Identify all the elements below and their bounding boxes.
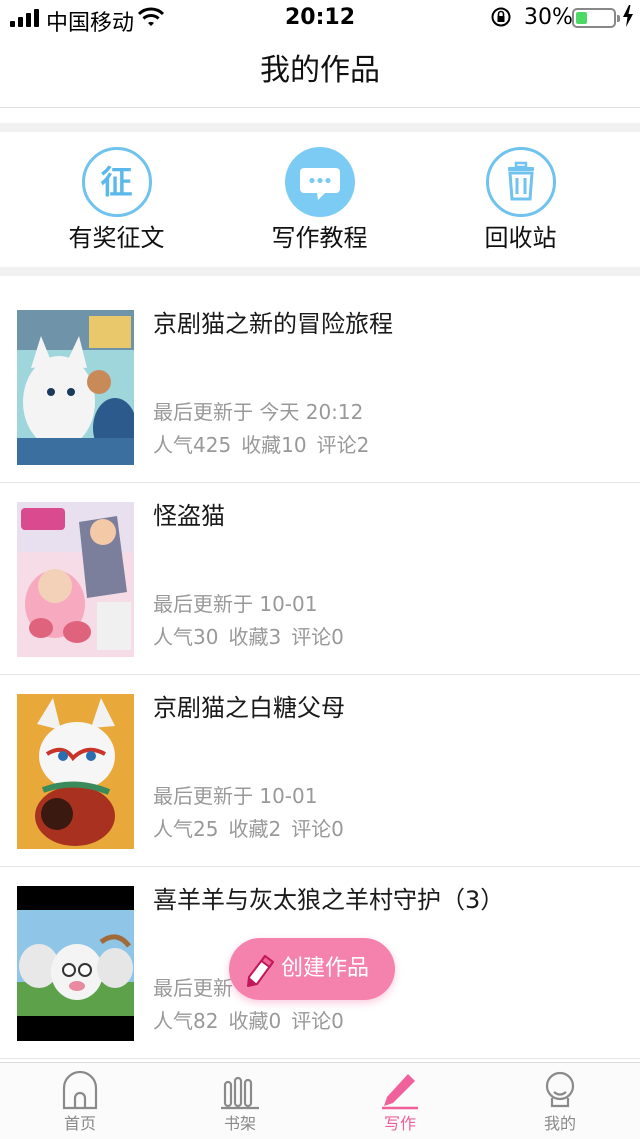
create-work-button[interactable]: 创建作品 bbox=[229, 938, 395, 1000]
create-work-label: 创建作品 bbox=[281, 956, 370, 981]
orientation-lock-icon bbox=[490, 6, 512, 34]
status-bar: 中国移动 20:12 30% bbox=[0, 0, 640, 36]
work-stats: 人气30 收藏3 评论0 bbox=[153, 623, 354, 651]
tab-label: 首页 bbox=[63, 1114, 96, 1133]
favorites-count: 收藏2 bbox=[228, 817, 282, 841]
popularity-count: 人气82 bbox=[153, 1009, 219, 1033]
popularity-count: 人气30 bbox=[153, 625, 219, 649]
work-stats: 人气425 收藏10 评论2 bbox=[153, 431, 379, 459]
comments-count: 评论0 bbox=[291, 817, 344, 841]
tab-bookshelf[interactable]: 书架 bbox=[160, 1063, 320, 1139]
comments-count: 评论2 bbox=[316, 433, 370, 457]
recycle-bin-label: 回收站 bbox=[484, 224, 557, 252]
pen-icon bbox=[380, 1070, 420, 1110]
work-cover-image bbox=[17, 502, 134, 657]
battery-icon bbox=[572, 8, 620, 28]
bookshelf-icon bbox=[220, 1070, 260, 1110]
charging-bolt-icon bbox=[622, 5, 634, 32]
work-title: 喜羊羊与灰太狼之羊村守护（3） bbox=[153, 886, 505, 914]
comments-count: 评论0 bbox=[291, 625, 344, 649]
tab-home[interactable]: 首页 bbox=[0, 1063, 160, 1139]
home-icon bbox=[60, 1070, 100, 1110]
work-updated: 最后更新于 10-01 bbox=[153, 784, 318, 808]
recycle-bin-button[interactable]: 回收站 bbox=[414, 132, 627, 267]
section-divider bbox=[0, 267, 640, 276]
writing-tutorial-label: 写作教程 bbox=[271, 224, 368, 252]
contest-label: 有奖征文 bbox=[68, 224, 165, 252]
popularity-count: 人气425 bbox=[153, 433, 232, 457]
section-divider bbox=[0, 123, 640, 132]
work-title: 怪盗猫 bbox=[153, 502, 225, 530]
work-item[interactable]: 京剧猫之新的冒险旅程 最后更新于 今天 20:12 人气425 收藏10 评论2 bbox=[0, 291, 640, 483]
tab-write[interactable]: 写作 bbox=[320, 1063, 480, 1139]
tab-label: 我的 bbox=[543, 1114, 576, 1133]
tab-label: 写作 bbox=[383, 1114, 416, 1133]
work-item[interactable]: 京剧猫之白糖父母 最后更新于 10-01 人气25 收藏2 评论0 bbox=[0, 675, 640, 867]
work-item[interactable]: 怪盗猫 最后更新于 10-01 人气30 收藏3 评论0 bbox=[0, 483, 640, 675]
tab-profile[interactable]: 我的 bbox=[480, 1063, 640, 1139]
battery-percent: 30% bbox=[524, 5, 573, 30]
page-title: 我的作品 bbox=[0, 36, 640, 108]
chat-bubble-icon bbox=[284, 147, 355, 217]
work-stats: 人气25 收藏2 评论0 bbox=[153, 815, 354, 843]
quick-actions: 征 有奖征文 写作教程 回收站 bbox=[0, 132, 640, 267]
contest-icon: 征 bbox=[81, 147, 152, 217]
work-updated: 最后更新 bbox=[153, 976, 233, 1000]
comments-count: 评论0 bbox=[291, 1009, 344, 1033]
work-title: 京剧猫之白糖父母 bbox=[153, 694, 345, 722]
work-cover-image bbox=[17, 310, 134, 465]
popularity-count: 人气25 bbox=[153, 817, 219, 841]
work-cover-image bbox=[17, 886, 134, 1041]
trash-icon bbox=[485, 147, 556, 217]
work-cover-image bbox=[17, 694, 134, 849]
contest-button[interactable]: 征 有奖征文 bbox=[10, 132, 223, 267]
work-updated: 最后更新于 10-01 bbox=[153, 592, 318, 616]
pencil-icon bbox=[245, 951, 277, 1013]
work-title: 京剧猫之新的冒险旅程 bbox=[153, 310, 393, 338]
writing-tutorial-button[interactable]: 写作教程 bbox=[213, 132, 426, 267]
tab-label: 书架 bbox=[223, 1114, 256, 1133]
work-updated: 最后更新于 今天 20:12 bbox=[153, 400, 364, 424]
favorites-count: 收藏3 bbox=[228, 625, 282, 649]
profile-icon bbox=[540, 1070, 580, 1110]
favorites-count: 收藏10 bbox=[241, 433, 307, 457]
bottom-tab-bar: 首页 书架 写作 我的 bbox=[0, 1062, 640, 1139]
